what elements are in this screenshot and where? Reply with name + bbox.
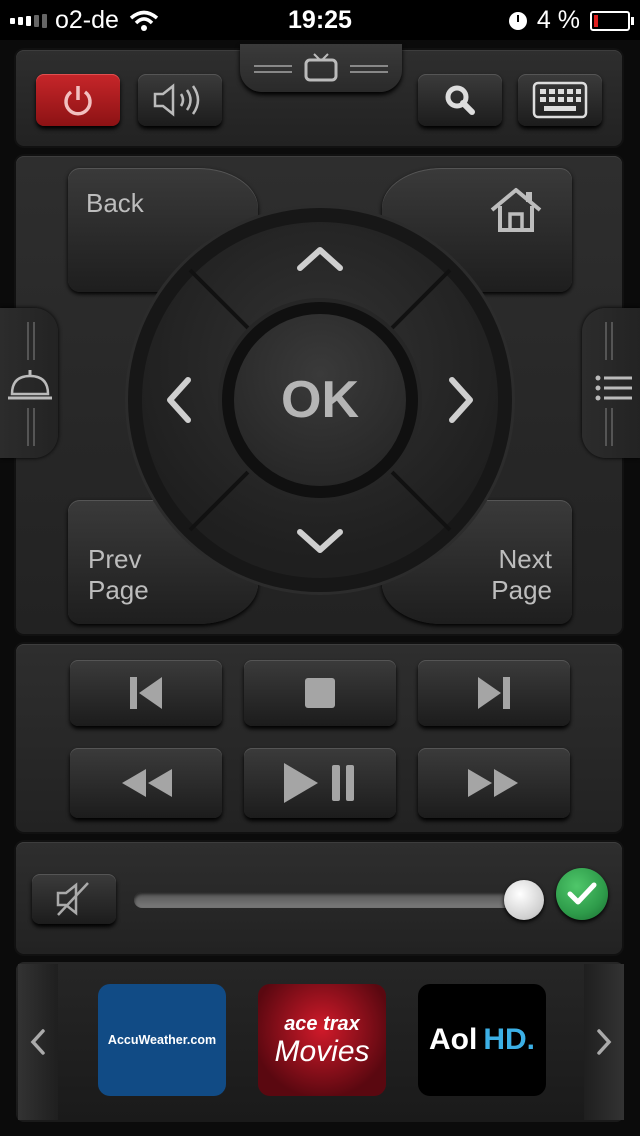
tv-tab[interactable]	[240, 44, 402, 92]
power-icon	[64, 86, 92, 116]
list-icon	[595, 322, 632, 446]
mute-button[interactable]	[32, 874, 116, 924]
skip-next-icon	[478, 677, 510, 709]
left-icon	[167, 377, 191, 423]
chevron-left-icon	[30, 1029, 45, 1055]
skip-next-button[interactable]	[418, 660, 570, 726]
tv-icon	[254, 53, 388, 82]
right-button[interactable]	[418, 340, 498, 460]
down-button[interactable]	[260, 498, 380, 578]
menu-tab[interactable]	[582, 308, 640, 458]
app-accuweather-label: AccuWeather.com	[107, 1033, 217, 1047]
ok-button[interactable]: OK	[222, 302, 418, 498]
play-pause-icon	[284, 763, 354, 803]
left-button[interactable]	[142, 340, 222, 460]
speaker-icon	[153, 83, 200, 117]
power-button[interactable]	[36, 74, 120, 126]
status-right: 4 %	[508, 6, 634, 35]
back-label: Back	[86, 188, 144, 218]
apps-prev-button[interactable]	[18, 964, 58, 1120]
fast-forward-button[interactable]	[418, 748, 570, 818]
bell-icon	[8, 322, 52, 446]
volume-slider[interactable]	[134, 880, 544, 920]
skip-previous-icon	[130, 677, 162, 709]
rewind-icon	[122, 769, 172, 797]
app-accuweather[interactable]: AccuWeather.com	[98, 984, 226, 1096]
skip-previous-button[interactable]	[70, 660, 222, 726]
app-acetrax-movies[interactable]: ace trax Movies	[258, 984, 386, 1096]
down-icon	[297, 529, 343, 553]
app-aol-suffix: HD.	[483, 1023, 535, 1056]
next-page-label: Next Page	[491, 544, 552, 605]
checkmark-icon	[567, 882, 597, 905]
app-aol-label: Aol	[429, 1023, 478, 1056]
battery-icon	[590, 10, 634, 31]
confirm-button[interactable]	[556, 868, 608, 920]
chevron-right-icon	[597, 1029, 612, 1055]
bell-tab[interactable]	[0, 308, 58, 458]
mute-icon	[56, 882, 89, 916]
ok-label: OK	[234, 314, 406, 486]
keyboard-button[interactable]	[518, 74, 602, 126]
volume-track	[134, 892, 534, 908]
apps-next-button[interactable]	[584, 964, 624, 1120]
volume-knob[interactable]	[504, 880, 544, 920]
up-icon	[297, 247, 343, 271]
up-button[interactable]	[260, 222, 380, 302]
search-icon	[445, 85, 475, 115]
play-pause-button[interactable]	[244, 748, 396, 818]
alarm-clock-icon	[508, 11, 527, 30]
keyboard-icon	[532, 81, 588, 119]
prev-page-label: Prev Page	[88, 544, 149, 605]
app-acetrax-label: ace trax	[284, 1012, 360, 1035]
status-bar: o2-de 19:25 4 %	[0, 0, 640, 40]
rewind-button[interactable]	[70, 748, 222, 818]
app-aol-hd[interactable]: Aol HD.	[418, 984, 546, 1096]
stop-button[interactable]	[244, 660, 396, 726]
stop-icon	[305, 678, 335, 708]
battery-percent: 4 %	[536, 6, 580, 34]
fast-forward-icon	[468, 769, 518, 797]
volume-button[interactable]	[138, 74, 222, 126]
right-icon	[449, 377, 473, 423]
search-button[interactable]	[418, 74, 502, 126]
app-acetrax-subtitle: Movies	[274, 1034, 370, 1068]
